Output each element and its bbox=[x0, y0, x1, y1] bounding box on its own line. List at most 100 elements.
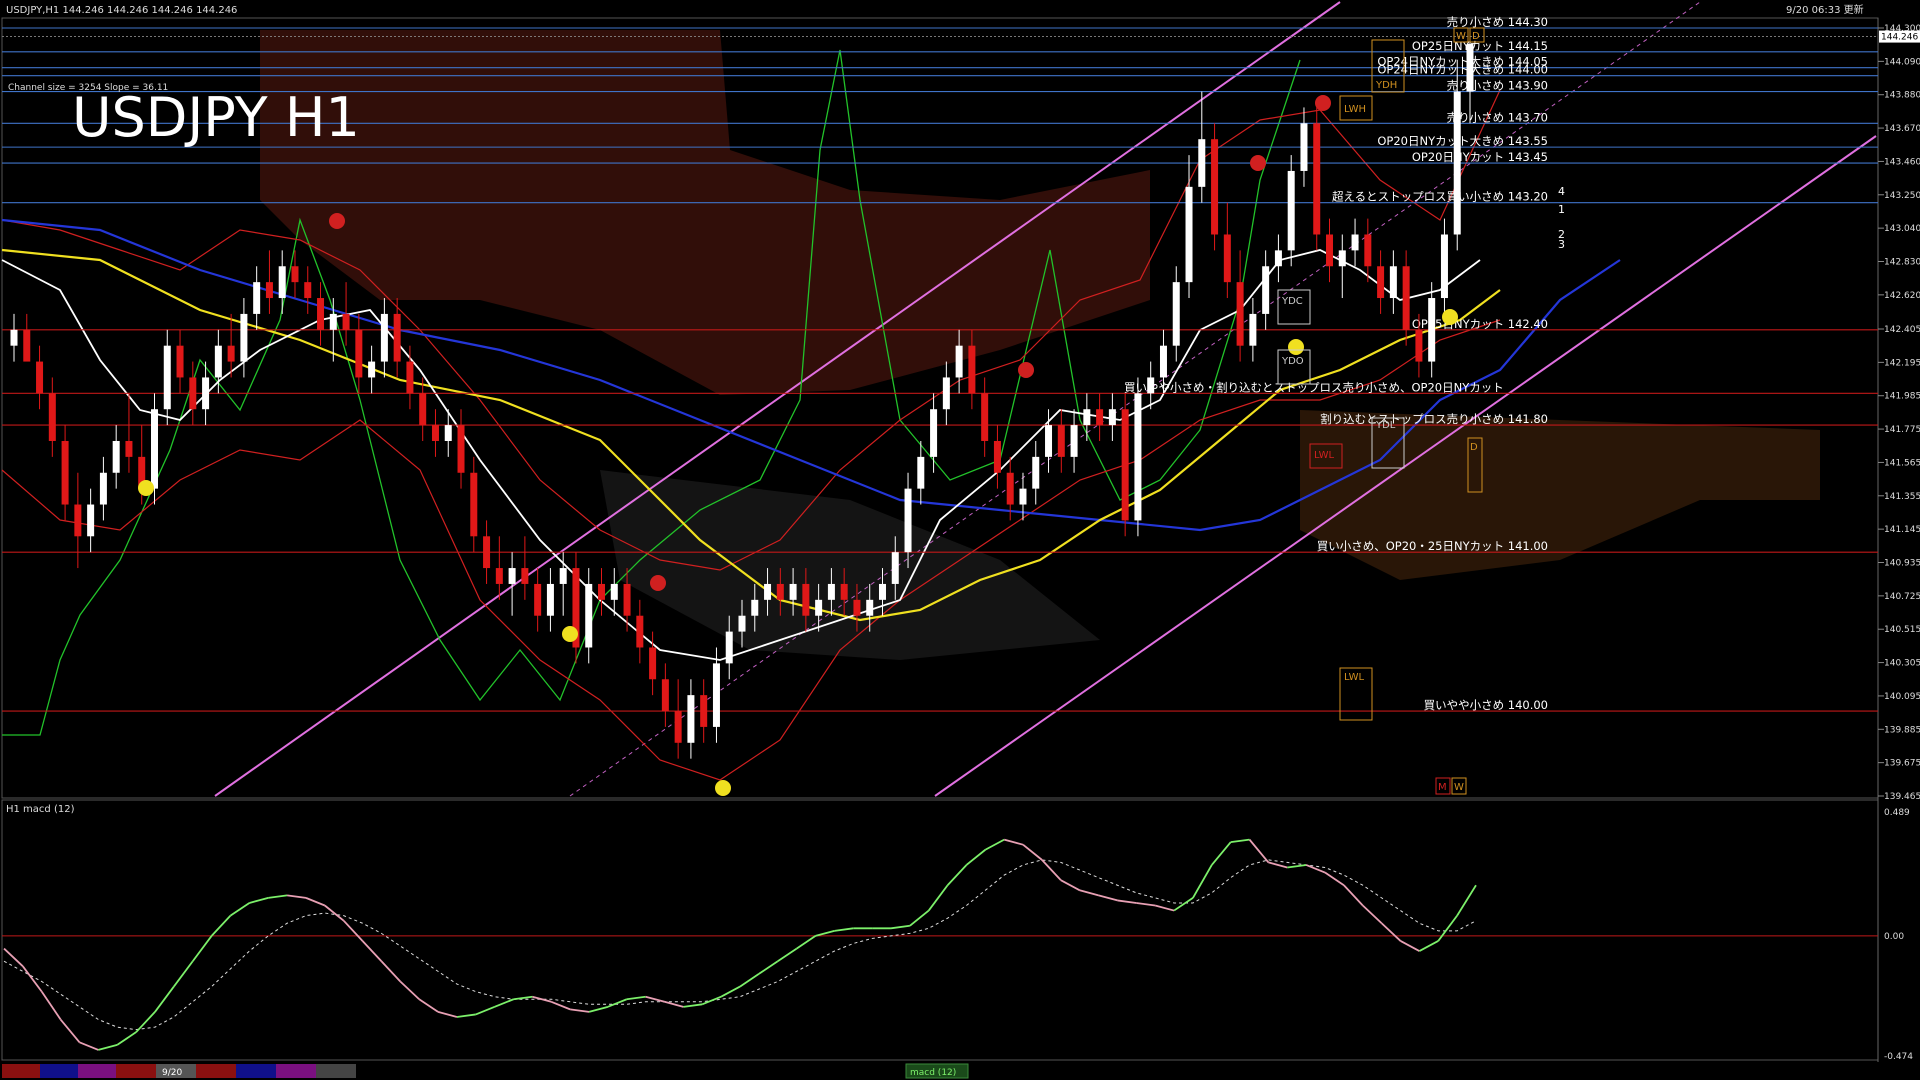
macd-tick-label: 0.489 bbox=[1884, 808, 1910, 818]
level-label: OP20日NYカット大きめ 143.55 bbox=[1377, 134, 1548, 148]
macd-segment bbox=[815, 929, 835, 937]
fractal-up-marker bbox=[1288, 339, 1304, 355]
macd-segment bbox=[1437, 915, 1458, 942]
candle-body bbox=[534, 583, 542, 616]
candle-body bbox=[942, 377, 950, 410]
candle-body bbox=[802, 583, 810, 616]
candle-body bbox=[317, 298, 325, 330]
sub-plot-border bbox=[1, 799, 1879, 1061]
macd-segment bbox=[249, 897, 269, 904]
candle-body bbox=[1121, 409, 1129, 521]
candle-body bbox=[1211, 139, 1219, 235]
ydc-label: YDC bbox=[1281, 296, 1303, 307]
ydh-label: YDH bbox=[1375, 80, 1397, 91]
fan-label-4: 4 bbox=[1558, 185, 1565, 198]
candle-body bbox=[776, 583, 784, 600]
candle-body bbox=[636, 615, 644, 648]
candle-body bbox=[227, 345, 235, 362]
cloud-upper bbox=[260, 30, 1150, 395]
candle-body bbox=[163, 345, 171, 410]
candle-body bbox=[1134, 393, 1142, 521]
candle-body bbox=[355, 329, 363, 378]
macd-segment bbox=[154, 986, 175, 1013]
y-axis: 144.300144.090143.880143.670143.460143.2… bbox=[1878, 24, 1920, 802]
macd-segment bbox=[1003, 838, 1024, 846]
chart-title: USDJPY H1 bbox=[72, 86, 360, 149]
candle-body bbox=[150, 409, 158, 489]
macd-segment bbox=[191, 935, 213, 962]
y-tick-label: 142.830 bbox=[1884, 257, 1920, 267]
macd-segment bbox=[588, 1005, 609, 1013]
candle-body bbox=[1274, 250, 1282, 267]
candle-body bbox=[125, 440, 133, 457]
y-tick-label: 144.090 bbox=[1884, 57, 1920, 67]
tab-swatch[interactable] bbox=[196, 1064, 236, 1078]
candle-body bbox=[649, 647, 657, 680]
candle-body bbox=[585, 583, 593, 648]
macd-segment bbox=[1268, 861, 1288, 869]
candle-body bbox=[1147, 377, 1155, 394]
tab-swatch[interactable] bbox=[2, 1064, 40, 1078]
candle-body bbox=[725, 631, 733, 664]
tab-swatch[interactable] bbox=[316, 1064, 356, 1078]
macd-segment bbox=[1248, 839, 1270, 863]
tab-swatch[interactable] bbox=[40, 1064, 78, 1078]
candle-body bbox=[87, 504, 95, 537]
lwl-label: LWL bbox=[1314, 450, 1335, 461]
candle-body bbox=[968, 345, 976, 394]
candle-body bbox=[189, 377, 197, 410]
candle-body bbox=[1428, 298, 1436, 362]
y-tick-label: 140.935 bbox=[1884, 559, 1920, 569]
level-label: OP24日NYカット大きめ 144.00 bbox=[1377, 63, 1548, 77]
tab-date-label: 9/20 bbox=[162, 1068, 182, 1078]
macd-segment bbox=[59, 1018, 81, 1043]
candle-body bbox=[380, 313, 388, 362]
macd-segment bbox=[532, 995, 552, 1003]
candle-body bbox=[278, 266, 286, 299]
macd-segment bbox=[1381, 922, 1402, 942]
candle-body bbox=[1019, 488, 1027, 505]
y-tick-label: 143.880 bbox=[1884, 91, 1920, 101]
macd-segment bbox=[965, 849, 986, 866]
y-tick-label: 139.465 bbox=[1884, 792, 1920, 802]
candle-body bbox=[904, 488, 912, 553]
tab-macd-label: macd (12) bbox=[910, 1068, 956, 1078]
candle-body bbox=[368, 361, 376, 378]
macd-segment bbox=[210, 915, 232, 937]
tab-swatch[interactable] bbox=[78, 1064, 116, 1078]
candle-body bbox=[955, 345, 963, 378]
macd-segment bbox=[626, 995, 646, 1001]
macd-segment bbox=[1173, 897, 1194, 912]
candle-body bbox=[508, 568, 516, 584]
macd-segment bbox=[1154, 904, 1175, 912]
macd-segment bbox=[22, 965, 43, 993]
macd-segment bbox=[645, 995, 665, 1003]
tab-swatch[interactable] bbox=[236, 1064, 276, 1078]
tab-swatch[interactable] bbox=[116, 1064, 156, 1078]
ydl-label: YDL bbox=[1375, 420, 1396, 431]
y-tick-label: 140.515 bbox=[1884, 625, 1920, 635]
candle-body bbox=[623, 583, 631, 616]
tab-swatch[interactable] bbox=[276, 1064, 316, 1078]
candle-body bbox=[1172, 282, 1180, 346]
candle-body bbox=[393, 313, 401, 362]
candle-body bbox=[546, 583, 554, 616]
candle-body bbox=[917, 456, 925, 489]
candle-body bbox=[1287, 170, 1295, 251]
fractal-down-marker bbox=[650, 575, 666, 591]
macd-segment bbox=[1418, 940, 1439, 952]
y-tick-label: 143.250 bbox=[1884, 191, 1920, 201]
candle-body bbox=[74, 504, 82, 537]
candle-body bbox=[329, 313, 337, 330]
macd-segment bbox=[890, 924, 910, 930]
y-tick-label: 141.775 bbox=[1884, 425, 1920, 435]
fractal-up-marker bbox=[715, 780, 731, 796]
y-tick-label: 141.565 bbox=[1884, 458, 1920, 468]
candle-body bbox=[853, 599, 861, 616]
candle-body bbox=[878, 583, 886, 600]
candle-body bbox=[1185, 186, 1193, 283]
macd-segment bbox=[607, 998, 628, 1008]
bottom-tabs: 9/20 macd (12) bbox=[2, 1063, 969, 1079]
y-tick-label: 143.040 bbox=[1884, 224, 1920, 234]
macd-segment bbox=[79, 1041, 99, 1051]
